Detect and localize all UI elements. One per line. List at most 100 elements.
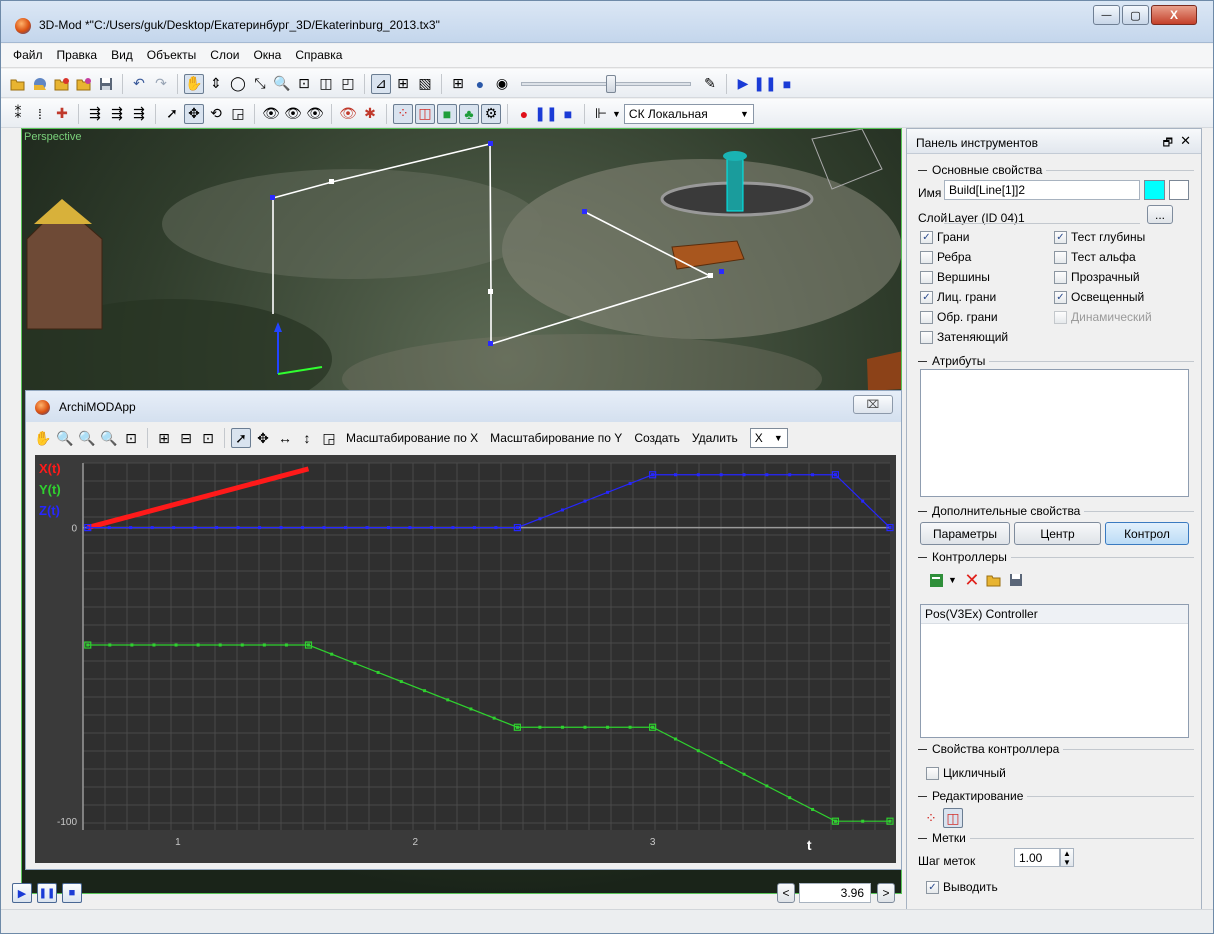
- graph-scale-button[interactable]: ◲: [319, 428, 339, 448]
- graph-move-vertical-button[interactable]: ↕: [297, 428, 317, 448]
- step-input[interactable]: 1.00: [1014, 848, 1060, 867]
- show-100-button[interactable]: 👁: [305, 104, 325, 124]
- graph-editor-close-button[interactable]: ⌧: [853, 395, 893, 414]
- name-input[interactable]: Build[Line[1]]2: [944, 180, 1140, 200]
- add-controller-button[interactable]: [927, 570, 947, 590]
- graph-zoom-out-button[interactable]: 🔍: [99, 428, 119, 448]
- vertices-checkbox[interactable]: Вершины: [920, 270, 990, 284]
- rotate-button[interactable]: ⟲: [206, 104, 226, 124]
- minimize-button[interactable]: —: [1093, 5, 1120, 25]
- box-mode-button[interactable]: ◫: [415, 103, 435, 124]
- add-controller-dropdown-icon[interactable]: ▼: [948, 575, 957, 585]
- menu-view[interactable]: Вид: [104, 44, 140, 67]
- edges-checkbox[interactable]: Ребра: [920, 250, 971, 264]
- fit-horizontal-button[interactable]: ⊟: [176, 428, 196, 448]
- open-project-button[interactable]: [30, 74, 50, 94]
- texture-button[interactable]: ▧: [415, 74, 435, 94]
- align-3-button[interactable]: ⇶: [129, 104, 149, 124]
- menu-file[interactable]: Файл: [6, 44, 50, 67]
- view-box-button[interactable]: ◰: [338, 74, 358, 94]
- points-mode-button[interactable]: ⁘: [393, 103, 413, 124]
- curve-plot[interactable]: 0 -100 1 2 3 t X(t) Y(t) Z(t): [35, 455, 896, 863]
- time-prev-button[interactable]: <: [777, 883, 795, 903]
- shadowing-checkbox[interactable]: Затеняющий: [920, 330, 1008, 344]
- delete-key-button[interactable]: Удалить: [692, 431, 738, 445]
- align-2-button[interactable]: ⇶: [107, 104, 127, 124]
- view-cube-button[interactable]: ◫: [316, 74, 336, 94]
- scale-x-button[interactable]: Масштабирование по X: [346, 431, 478, 445]
- open-folder-button[interactable]: [8, 74, 28, 94]
- open-controller-button[interactable]: [984, 570, 1004, 590]
- speed-slider[interactable]: [521, 74, 691, 93]
- layout-button[interactable]: ⊞: [448, 74, 468, 94]
- select-vertex-button[interactable]: ⁑: [8, 104, 28, 124]
- scale-y-button[interactable]: Масштабирование по Y: [490, 431, 622, 445]
- graph-move-horizontal-button[interactable]: ↔: [275, 428, 295, 448]
- panel-close-icon[interactable]: ✕: [1180, 133, 1191, 149]
- pause-button[interactable]: ❚❚: [753, 74, 776, 94]
- tree-mode-button[interactable]: ♣: [459, 103, 479, 124]
- pivot-button[interactable]: ✚: [52, 104, 72, 124]
- menu-help[interactable]: Справка: [288, 44, 349, 67]
- graph-pan-button[interactable]: ✋: [33, 428, 53, 448]
- edit-points-button[interactable]: ⁘: [921, 808, 941, 828]
- menu-objects[interactable]: Объекты: [140, 44, 204, 67]
- graph-zoom-region-button[interactable]: ⊡: [121, 428, 141, 448]
- fill-color-swatch[interactable]: [1144, 180, 1165, 200]
- maximize-button[interactable]: ▢: [1122, 5, 1149, 25]
- center-button[interactable]: Центр: [1014, 522, 1101, 545]
- layer-browse-button[interactable]: ...: [1147, 205, 1173, 224]
- settings-mode-button[interactable]: ⚙: [481, 103, 501, 124]
- align-button[interactable]: ⇶: [85, 104, 105, 124]
- record-pause-button[interactable]: ❚❚: [534, 104, 557, 124]
- menu-windows[interactable]: Окна: [246, 44, 288, 67]
- faces-checkbox[interactable]: ✓ Грани: [920, 230, 970, 244]
- textured-view-button[interactable]: ⊿: [371, 73, 391, 94]
- pan-button[interactable]: ✋: [184, 73, 204, 94]
- back-faces-checkbox[interactable]: Обр. грани: [920, 310, 998, 324]
- anim-pause-button[interactable]: ❚❚: [37, 883, 57, 903]
- redo-button[interactable]: ↷: [151, 74, 171, 94]
- show-all-button[interactable]: 👁: [283, 104, 303, 124]
- zoom-button[interactable]: 🔍: [272, 74, 292, 94]
- edit-box-button[interactable]: ◫: [943, 808, 963, 828]
- close-button[interactable]: X: [1151, 5, 1197, 25]
- export-button[interactable]: [74, 74, 94, 94]
- camera-button[interactable]: ●: [470, 74, 490, 94]
- time-field[interactable]: 3.96: [799, 883, 871, 903]
- grid-button[interactable]: ⊞: [393, 74, 413, 94]
- controllers-list[interactable]: Pos(V3Ex) Controller: [920, 604, 1189, 738]
- record-button[interactable]: ●: [514, 104, 534, 124]
- show-marks-checkbox[interactable]: ✓ Выводить: [926, 880, 998, 894]
- graph-zoom-button[interactable]: 🔍: [55, 428, 75, 448]
- time-next-button[interactable]: >: [877, 883, 895, 903]
- hide-button[interactable]: 👁: [338, 104, 358, 124]
- control-button[interactable]: Контрол: [1105, 522, 1189, 545]
- select-edge-button[interactable]: ⁞: [30, 104, 50, 124]
- play-button[interactable]: ▶: [733, 74, 753, 94]
- anim-stop-button[interactable]: ■: [62, 883, 82, 903]
- import-button[interactable]: [52, 74, 72, 94]
- lit-checkbox[interactable]: ✓ Освещенный: [1054, 290, 1144, 304]
- axis-select[interactable]: X ▼: [749, 428, 788, 448]
- move-view-button[interactable]: ⇕: [206, 74, 226, 94]
- step-spinner[interactable]: ▲ ▼: [1060, 848, 1074, 867]
- save-controller-button[interactable]: [1006, 570, 1026, 590]
- curve-chart[interactable]: 0 -100 1 2 3 t X(t) Y(t) Z(t): [35, 455, 896, 863]
- glasses-button[interactable]: ◉: [492, 74, 512, 94]
- anim-play-button[interactable]: ▶: [12, 883, 32, 903]
- delete-controller-button[interactable]: ✕: [962, 570, 982, 590]
- speed-slider-thumb[interactable]: [606, 74, 616, 93]
- stop-button[interactable]: ■: [777, 74, 797, 94]
- fit-vertical-button[interactable]: ⊡: [198, 428, 218, 448]
- transparent-checkbox[interactable]: Прозрачный: [1054, 270, 1140, 284]
- move-button[interactable]: ✥: [184, 103, 204, 124]
- record-stop-button[interactable]: ■: [558, 104, 578, 124]
- measure-button[interactable]: ✎: [700, 74, 720, 94]
- graph-zoom-in-button[interactable]: 🔍: [77, 428, 97, 448]
- hide-all-button[interactable]: ✱: [360, 104, 380, 124]
- orbit-button[interactable]: ◯: [228, 74, 248, 94]
- graph-select-button[interactable]: ➚: [231, 428, 251, 448]
- show-button[interactable]: 👁: [261, 104, 281, 124]
- create-key-button[interactable]: Создать: [634, 431, 680, 445]
